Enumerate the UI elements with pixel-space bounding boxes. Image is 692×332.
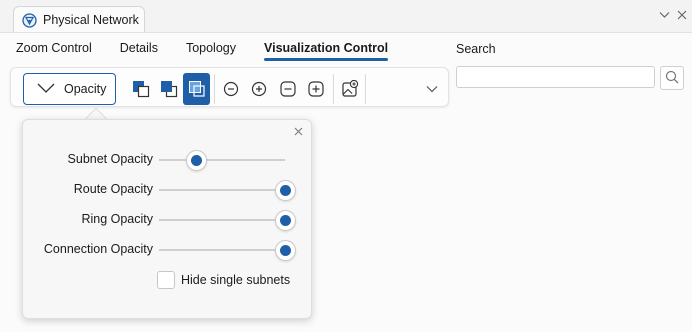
toolbar-separator bbox=[333, 74, 334, 104]
search-button[interactable] bbox=[660, 66, 684, 90]
route-opacity-slider[interactable] bbox=[275, 180, 296, 201]
toolbar-separator bbox=[365, 74, 366, 104]
network-icon bbox=[22, 12, 37, 28]
slider-row-subnet: Subnet Opacity bbox=[23, 150, 313, 171]
layer-toggle-icon[interactable] bbox=[183, 73, 210, 105]
slider-row-ring: Ring Opacity bbox=[23, 210, 313, 231]
opacity-button-label: Opacity bbox=[64, 82, 107, 96]
zoom-out-circle-icon[interactable] bbox=[218, 76, 244, 102]
document-tab-title: Physical Network bbox=[43, 13, 139, 27]
zoom-in-square-icon[interactable] bbox=[303, 76, 329, 102]
ring-opacity-track[interactable] bbox=[159, 219, 285, 221]
route-opacity-track[interactable] bbox=[159, 189, 285, 191]
search-icon bbox=[665, 70, 679, 87]
opacity-popup: Subnet Opacity Route Opacity Ring Opacit… bbox=[22, 119, 312, 319]
window-tab-strip: Physical Network bbox=[0, 0, 692, 33]
toolbar-separator bbox=[214, 74, 215, 104]
ring-opacity-label: Ring Opacity bbox=[81, 212, 153, 226]
connection-opacity-label: Connection Opacity bbox=[43, 242, 153, 256]
ring-opacity-slider[interactable] bbox=[275, 210, 296, 231]
bring-forward-icon[interactable] bbox=[128, 76, 154, 102]
route-opacity-label: Route Opacity bbox=[73, 182, 153, 196]
opacity-button[interactable]: Opacity bbox=[23, 73, 116, 105]
subnet-opacity-label: Subnet Opacity bbox=[67, 152, 153, 166]
subnet-opacity-track[interactable] bbox=[159, 159, 285, 161]
zoom-in-circle-icon[interactable] bbox=[246, 76, 272, 102]
connection-opacity-slider[interactable] bbox=[275, 240, 296, 261]
visualization-toolbar: Opacity bbox=[10, 67, 449, 107]
tab-topology[interactable]: Topology bbox=[186, 41, 236, 61]
search-label: Search bbox=[456, 42, 496, 56]
close-icon[interactable] bbox=[676, 9, 688, 21]
tab-zoom-control[interactable]: Zoom Control bbox=[16, 41, 92, 61]
ribbon-tabs: Zoom Control Details Topology Visualizat… bbox=[16, 41, 416, 61]
connection-opacity-track[interactable] bbox=[159, 249, 285, 251]
hide-single-subnets-checkbox[interactable] bbox=[157, 271, 175, 289]
tab-visualization-control[interactable]: Visualization Control bbox=[264, 41, 389, 61]
slider-row-connection: Connection Opacity bbox=[23, 240, 313, 261]
overflow-chevron-icon[interactable] bbox=[419, 76, 445, 102]
document-tab[interactable]: Physical Network bbox=[13, 6, 145, 33]
send-backward-icon[interactable] bbox=[156, 76, 182, 102]
subnet-opacity-slider[interactable] bbox=[185, 150, 207, 171]
slider-row-route: Route Opacity bbox=[23, 180, 313, 201]
image-add-icon[interactable] bbox=[337, 76, 363, 102]
search-input[interactable] bbox=[456, 66, 655, 88]
zoom-out-square-icon[interactable] bbox=[275, 76, 301, 102]
close-icon[interactable] bbox=[291, 124, 305, 138]
chevron-down-icon bbox=[36, 82, 56, 97]
tab-details[interactable]: Details bbox=[120, 41, 158, 61]
chevron-down-icon[interactable] bbox=[658, 9, 670, 21]
hide-single-subnets-row: Hide single subnets bbox=[157, 271, 290, 289]
hide-single-subnets-label[interactable]: Hide single subnets bbox=[181, 273, 290, 287]
